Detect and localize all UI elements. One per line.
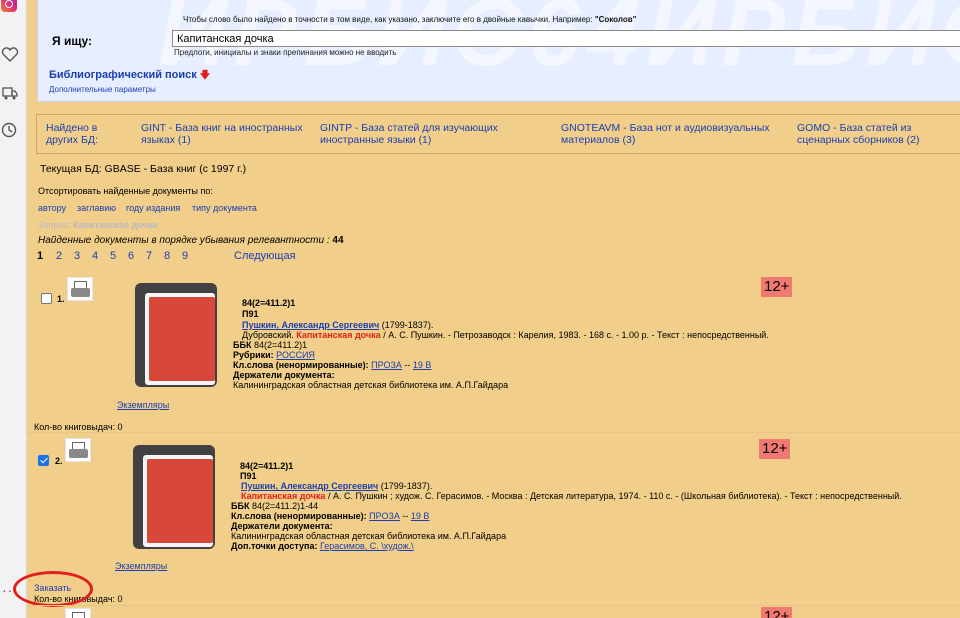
record-1-rubric-link[interactable]: РОССИЯ bbox=[276, 350, 315, 360]
book-cover-icon bbox=[135, 283, 217, 387]
truck-icon[interactable] bbox=[0, 83, 20, 103]
other-db-label: Найдено в других БД: bbox=[46, 122, 98, 146]
age-rating-badge: 12+ bbox=[761, 607, 793, 618]
record-1-holder: Калининградская областная детская библио… bbox=[233, 380, 509, 390]
record-1-author-link[interactable]: Пушкин, Александр Сергеевич bbox=[242, 320, 379, 330]
record-2-access: Доп.точки доступа: Герасимов, С. \худож.… bbox=[231, 541, 414, 552]
record-2-author-link[interactable]: Пушкин, Александр Сергеевич bbox=[241, 481, 378, 491]
page-5-link[interactable]: 5 bbox=[110, 250, 116, 262]
query-line: Запрос: Капитанская дочка bbox=[38, 220, 157, 230]
sort-label: Отсортировать найденные документы по: bbox=[38, 186, 213, 196]
page-3-link[interactable]: 3 bbox=[74, 250, 80, 262]
record-1-number: 1. bbox=[57, 294, 65, 304]
search-hint-text: Чтобы слово было найдено в точности в то… bbox=[183, 15, 595, 24]
print-icon[interactable] bbox=[67, 277, 93, 301]
sort-by-year[interactable]: году издания bbox=[126, 203, 180, 213]
found-line: Найденные документы в порядке убывания р… bbox=[38, 235, 344, 246]
page-6-link[interactable]: 6 bbox=[128, 250, 134, 262]
record-2-years: (1799-1837). bbox=[380, 481, 433, 491]
record-1-copies-link[interactable]: Экземпляры bbox=[117, 400, 169, 411]
record-2-checkbox[interactable] bbox=[38, 455, 49, 466]
page-1-current: 1 bbox=[37, 250, 44, 262]
page-9-link[interactable]: 9 bbox=[182, 250, 188, 262]
arrow-down-icon: 🡇 bbox=[199, 70, 211, 81]
record-2-kw-sep: -- bbox=[402, 511, 409, 521]
search-mode-select[interactable]: Библиографический поиск 🡇 bbox=[49, 68, 210, 85]
record-2-kw-label: Кл.слова (ненормированные): bbox=[231, 511, 367, 521]
record-2-access-link[interactable]: Герасимов, С. \худож.\ bbox=[320, 541, 414, 551]
page-8-link[interactable]: 8 bbox=[164, 250, 170, 262]
record-1-bbk-label: ББК bbox=[233, 340, 252, 350]
page-4-link[interactable]: 4 bbox=[92, 250, 98, 262]
other-db-link-gintp[interactable]: GINTP - База статей для изучающих иностр… bbox=[320, 122, 515, 146]
print-icon[interactable] bbox=[65, 608, 91, 618]
record-1-code: 84(2=411.2)1 bbox=[242, 298, 296, 308]
browser-sidebar: ··· bbox=[0, 0, 27, 618]
record-1-kw1-link[interactable]: ПРОЗА bbox=[371, 360, 402, 370]
record-1-pre-title: Дубровский. bbox=[242, 330, 294, 340]
record-1-kw2-link[interactable]: 19 В bbox=[413, 360, 432, 370]
found-count: 44 bbox=[332, 235, 344, 246]
record-2-bbk-value: 84(2=411.2)1-44 bbox=[251, 501, 319, 511]
search-label: Я ищу: bbox=[52, 34, 92, 48]
search-hint-example: "Соколов" bbox=[594, 15, 637, 24]
record-1-years: (1799-1837). bbox=[381, 320, 434, 330]
record-divider bbox=[27, 605, 960, 606]
age-rating-badge: 12+ bbox=[759, 439, 791, 459]
search-hint: Чтобы слово было найдено в точности в то… bbox=[183, 15, 636, 24]
record-1-checkbox[interactable] bbox=[41, 293, 52, 304]
record-1-sign: П91 bbox=[242, 309, 259, 319]
advanced-options-link[interactable]: Дополнительные параметры bbox=[49, 85, 156, 94]
record-2-title: Капитанская дочка bbox=[241, 491, 326, 501]
print-icon[interactable] bbox=[65, 438, 91, 462]
record-1-desc: / А. С. Пушкин. - Петрозаводск : Карелия… bbox=[383, 330, 769, 340]
next-page-link[interactable]: Следующая bbox=[234, 250, 296, 262]
page-2-link[interactable]: 2 bbox=[56, 250, 62, 262]
search-note: Предлоги, инициалы и знаки препинания мо… bbox=[174, 48, 397, 57]
search-mode-label: Библиографический поиск bbox=[49, 69, 197, 81]
record-2-copies-link[interactable]: Экземпляры bbox=[115, 561, 167, 572]
other-db-link-gomo[interactable]: GOMO - База статей из сценарных сборнико… bbox=[797, 122, 960, 146]
query-value: Капитанская дочка bbox=[72, 220, 158, 230]
age-rating-badge: 12+ bbox=[761, 277, 793, 297]
clock-icon[interactable] bbox=[0, 120, 20, 140]
record-2-access-label: Доп.точки доступа: bbox=[231, 541, 318, 551]
book-cover-icon bbox=[133, 445, 215, 549]
current-db: Текущая БД: GBASE - База книг (с 1997 г.… bbox=[40, 163, 247, 175]
search-input[interactable] bbox=[172, 30, 960, 47]
sort-by-author[interactable]: автору bbox=[38, 203, 66, 213]
found-label: Найденные документы в порядке убывания р… bbox=[38, 235, 333, 246]
other-db-link-gint[interactable]: GINT - База книг на иностранных языках (… bbox=[141, 122, 316, 146]
highlight-annotation bbox=[13, 571, 93, 607]
heart-icon[interactable] bbox=[0, 45, 20, 65]
record-1-kw-label: Кл.слова (ненормированные): bbox=[233, 360, 369, 370]
instagram-icon[interactable] bbox=[1, 0, 17, 12]
record-2-desc: / А. С. Пушкин ; худож. С. Герасимов. - … bbox=[327, 491, 902, 501]
record-1-kw-sep: -- bbox=[404, 360, 411, 370]
record-2-kw2-link[interactable]: 19 В bbox=[411, 511, 430, 521]
other-db-link-gnoteavm[interactable]: GNOTEAVM - База нот и аудиовизуальных ма… bbox=[561, 122, 776, 146]
sort-by-type[interactable]: типу документа bbox=[192, 203, 257, 213]
record-2-kw1-link[interactable]: ПРОЗА bbox=[369, 511, 400, 521]
record-2-title-line: Капитанская дочка / А. С. Пушкин ; худож… bbox=[241, 491, 902, 502]
sort-by-title[interactable]: заглавию bbox=[77, 203, 116, 213]
record-1-title: Капитанская дочка bbox=[296, 330, 381, 340]
page-7-link[interactable]: 7 bbox=[146, 250, 152, 262]
record-1-title-line: Дубровский. Капитанская дочка / А. С. Пу… bbox=[242, 330, 769, 341]
record-2-number: 2. bbox=[55, 456, 63, 466]
record-divider bbox=[27, 432, 960, 433]
record-1-bbk-value: 84(2=411.2)1 bbox=[253, 340, 308, 350]
record-2-bbk-label: ББК bbox=[231, 501, 250, 511]
query-label: Запрос: bbox=[38, 220, 71, 230]
record-1-rubrics-label: Рубрики: bbox=[233, 350, 274, 360]
